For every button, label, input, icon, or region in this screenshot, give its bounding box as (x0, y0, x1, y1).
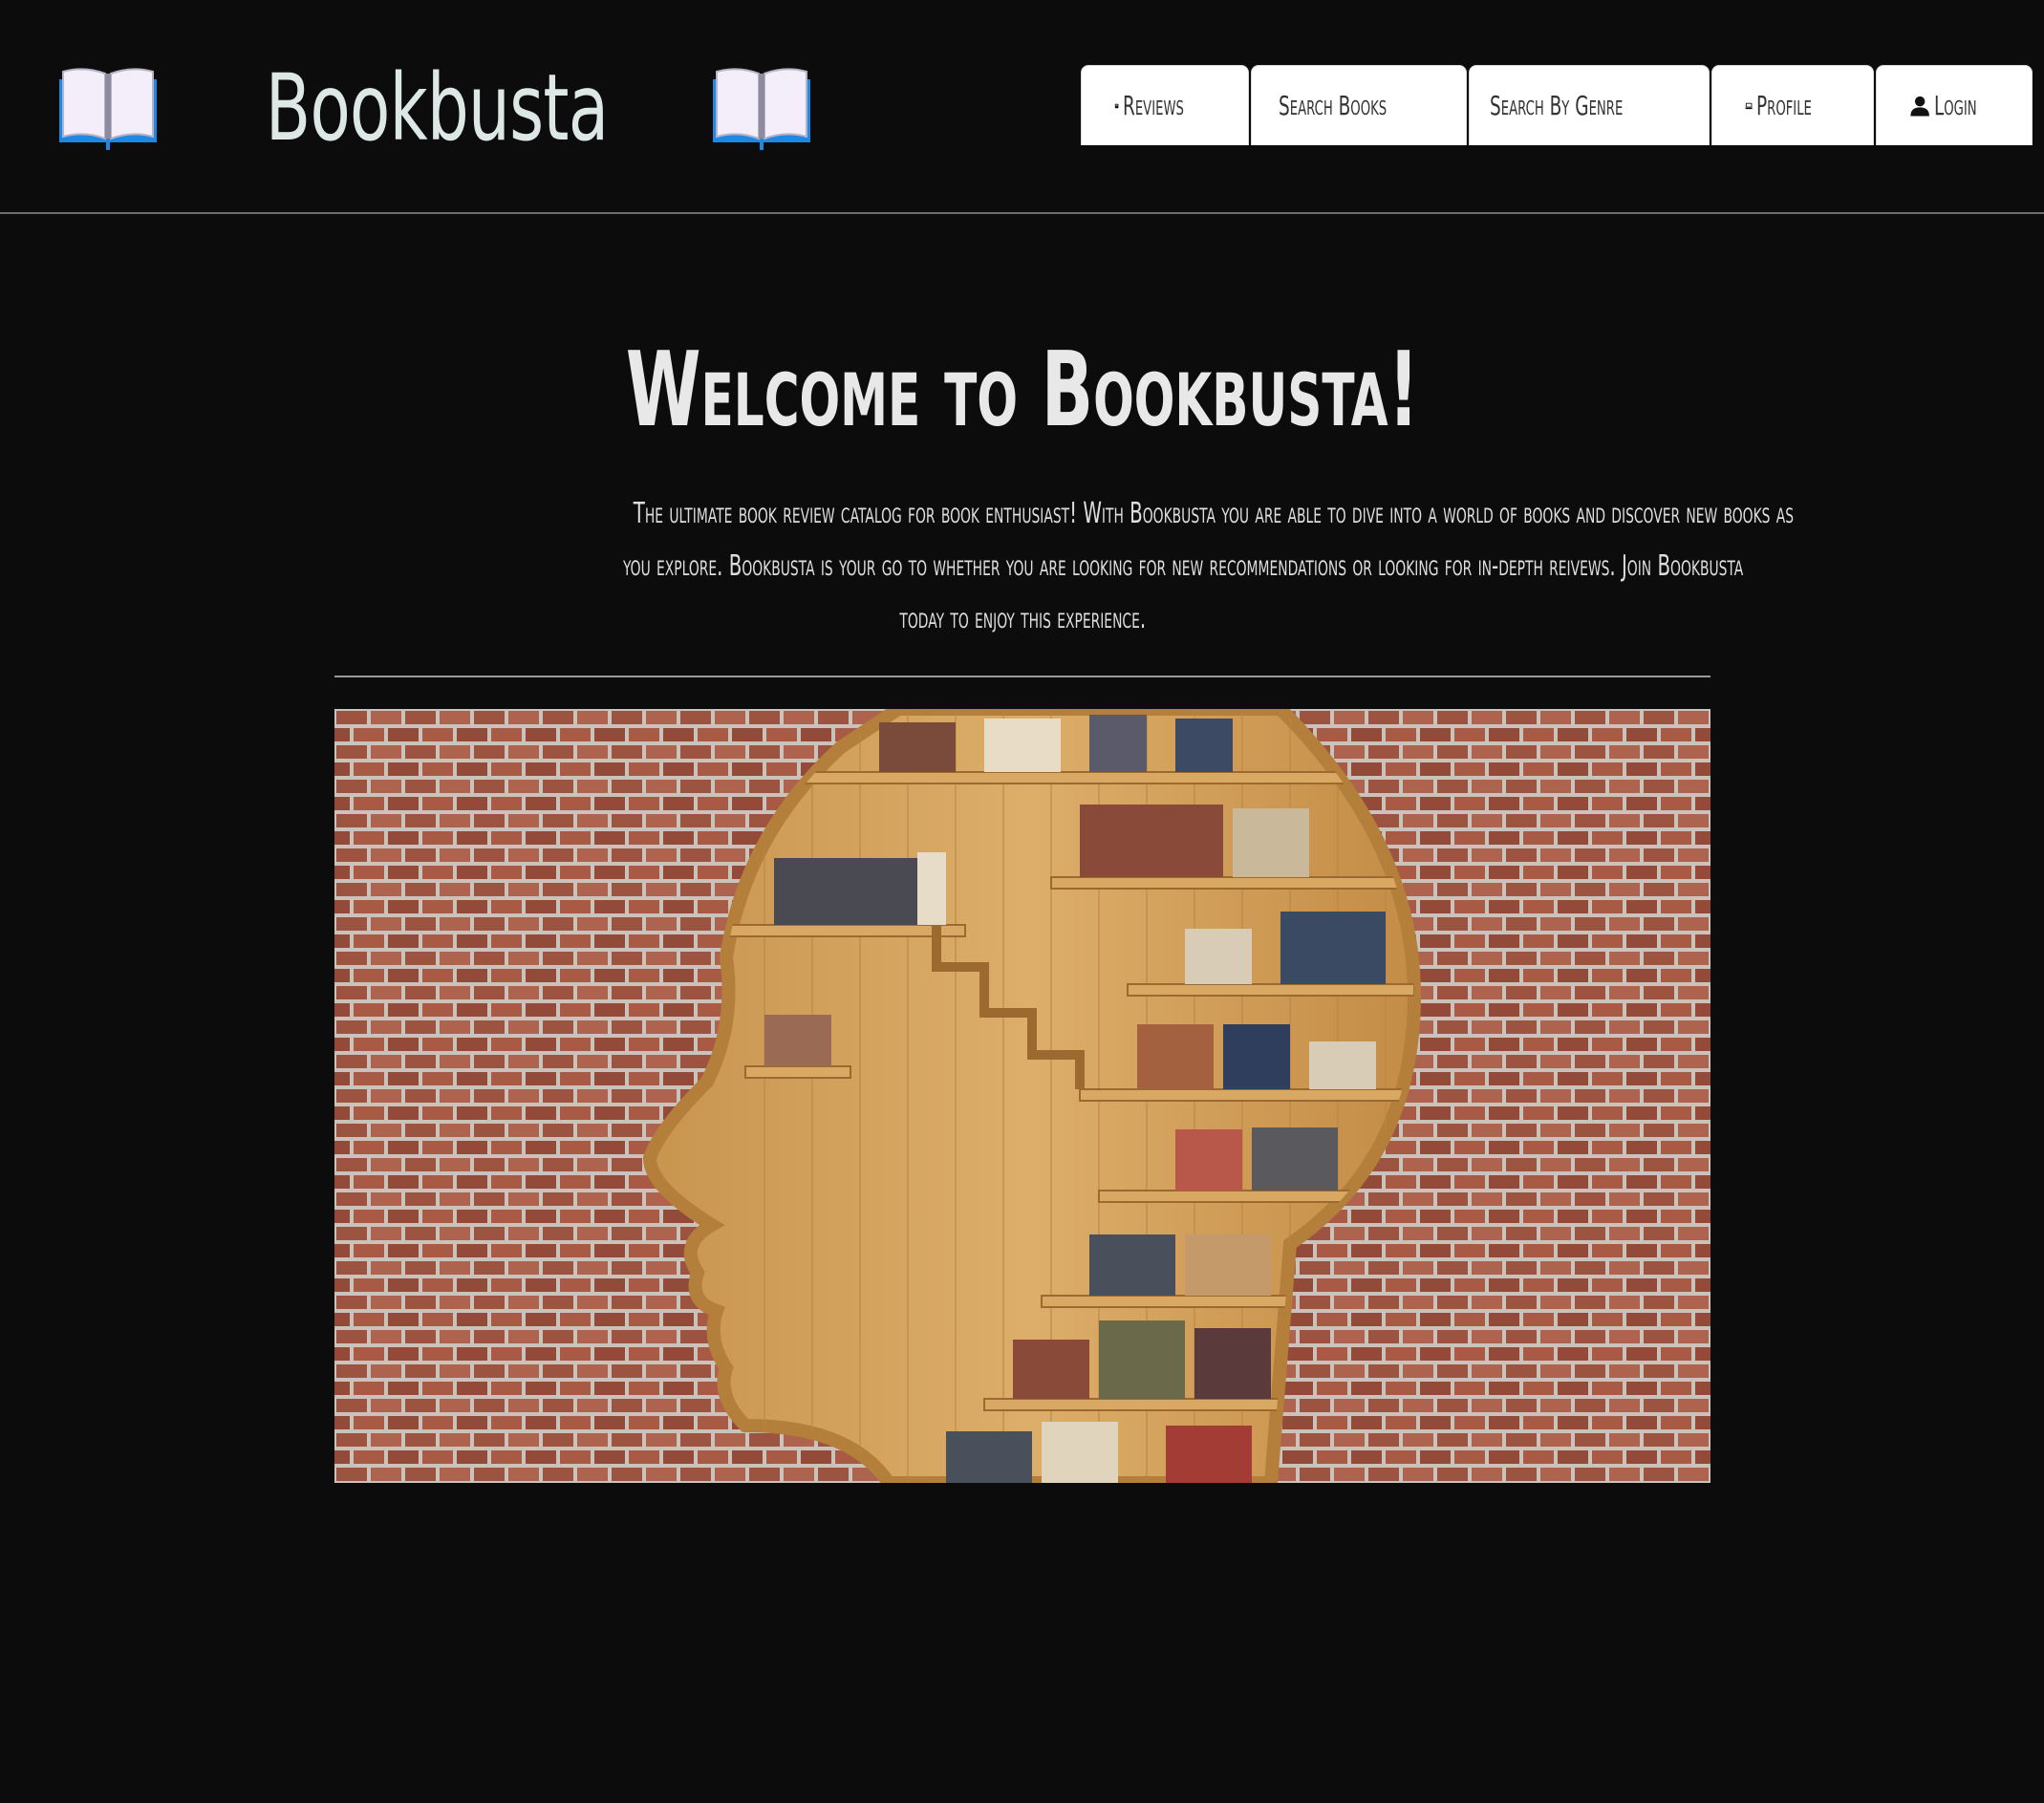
laptop-icon (1745, 102, 1754, 109)
nav-label: Profile (1756, 90, 1813, 121)
user-icon (1910, 96, 1929, 116)
intro-line: The ultimate book review catalog for boo… (633, 497, 1795, 530)
nav-profile[interactable]: Profile (1711, 65, 1874, 145)
main-nav: Reviews Search Books Search By Genre Pro… (1079, 65, 2033, 147)
nav-label: Reviews (1123, 90, 1185, 121)
intro-line: today to enjoy this experience. (899, 602, 1146, 635)
open-book-icon (59, 68, 157, 150)
nav-label: Search By Genre (1490, 90, 1624, 121)
page-title: Welcome to Bookbusta! (625, 331, 1419, 450)
divider (334, 676, 1711, 677)
intro-text: The ultimate book review catalog for boo… (334, 487, 1794, 645)
head-bookshelf-image (334, 709, 1711, 1483)
site-header: Bookbusta Reviews Search Books Search By… (0, 0, 2044, 214)
brand-title: Bookbusta (265, 54, 609, 161)
nav-label: Login (1934, 90, 1977, 121)
book-icon (1114, 103, 1119, 108)
nav-search-by-genre[interactable]: Search By Genre (1469, 65, 1710, 145)
welcome-section: Welcome to Bookbusta! (0, 331, 2044, 450)
nav-label: Search Books (1279, 90, 1388, 121)
hero-image (334, 709, 1711, 1483)
open-book-icon (713, 68, 811, 150)
intro-line: you explore. Bookbusta is your go to whe… (622, 549, 1744, 583)
nav-reviews[interactable]: Reviews (1081, 65, 1249, 145)
nav-search-books[interactable]: Search Books (1251, 65, 1467, 145)
brand[interactable]: Bookbusta (55, 46, 814, 170)
nav-login[interactable]: Login (1876, 65, 2033, 145)
